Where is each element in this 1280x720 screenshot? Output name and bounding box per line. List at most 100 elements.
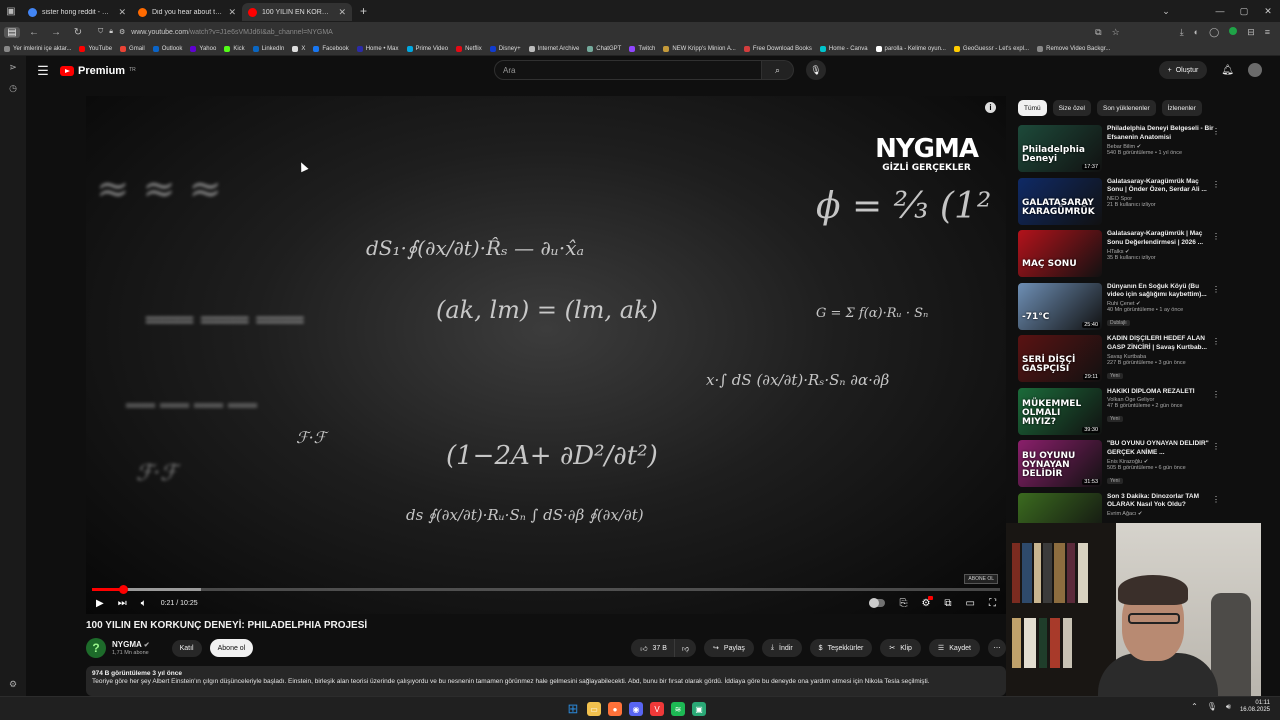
bookmark-item[interactable]: X: [292, 45, 305, 52]
profile-icon[interactable]: ◯: [1209, 27, 1219, 38]
bookmark-item[interactable]: Gmail: [120, 45, 145, 52]
video-thumbnail[interactable]: -71°C 25:40: [1018, 282, 1102, 330]
description-box[interactable]: 974 B görüntüleme 3 yıl önce Teoriye gör…: [86, 666, 1006, 696]
lock-icon[interactable]: 🔒︎: [109, 28, 113, 36]
notifications-bell-icon[interactable]: 🔔︎: [1221, 65, 1234, 76]
close-tab-icon[interactable]: ✕: [228, 7, 236, 18]
bookmark-item[interactable]: Remove Video Backgr...: [1037, 45, 1110, 52]
speaker-icon[interactable]: 🔊︎: [1226, 702, 1231, 712]
browser-tab-3[interactable]: 100 YILIN EN KORKUNÇ DENEYİ ✕: [242, 3, 352, 21]
create-button[interactable]: + Oluştur: [1158, 61, 1208, 79]
more-vertical-icon[interactable]: ⋮: [1212, 180, 1220, 189]
more-vertical-icon[interactable]: ⋮: [1212, 495, 1220, 504]
close-tab-icon[interactable]: ✕: [118, 7, 126, 18]
bookmark-item[interactable]: Outlook: [152, 45, 182, 52]
forward-icon[interactable]: →: [48, 27, 64, 38]
subscribe-button[interactable]: Abone ol: [209, 639, 254, 657]
history-icon[interactable]: ◷: [9, 83, 17, 94]
play-icon[interactable]: ▶: [96, 598, 104, 609]
close-window-icon[interactable]: ✕: [1256, 6, 1280, 17]
bookmark-item[interactable]: YouTube: [79, 45, 112, 52]
dislike-button[interactable]: 👎︎: [674, 639, 697, 657]
app-green-icon[interactable]: ▣: [692, 702, 706, 716]
spotify-icon[interactable]: ≋: [671, 702, 685, 716]
download-icon[interactable]: ⤓: [1180, 27, 1184, 38]
bookmark-item[interactable]: Yahoo: [190, 45, 216, 52]
filter-chip[interactable]: Son yüklenenler: [1097, 100, 1156, 116]
video-thumbnail[interactable]: GALATASARAY KARAGÜMRÜK: [1018, 177, 1102, 225]
recommended-video[interactable]: -71°C 25:40 Dünyanın En Soğuk Köyü (Bu vid…: [1018, 282, 1226, 336]
bookmark-item[interactable]: Home - Canva: [819, 45, 868, 52]
more-vertical-icon[interactable]: ⋮: [1212, 285, 1220, 294]
join-button[interactable]: Katıl: [171, 639, 202, 657]
close-tab-icon[interactable]: ✕: [338, 7, 346, 18]
video-title[interactable]: Son 3 Dakika: Dinozorlar TAM OLARAK Nası…: [1107, 493, 1214, 511]
recommended-video[interactable]: MAÇ SONU Galatasaray-Karagümrük | Maç Son…: [1018, 230, 1226, 283]
extension-green-icon[interactable]: [1229, 26, 1238, 35]
site-settings-icon[interactable]: ⚙: [119, 28, 125, 36]
video-title[interactable]: Philadelphia Deneyi Belgeseli - Bir Efsa…: [1107, 125, 1214, 143]
video-thumbnail[interactable]: MÜKEMMEL OLMALI MIYIZ? 39:30: [1018, 387, 1102, 435]
settings-gear-icon[interactable]: ⚙: [921, 595, 934, 609]
video-thumbnail[interactable]: Philadelphia Deneyi 17:37: [1018, 125, 1102, 172]
channel-avatar[interactable]: ?: [86, 638, 106, 658]
bookmark-item[interactable]: Free Download Books: [743, 45, 812, 52]
tab-actions-icon[interactable]: ▣: [0, 0, 22, 22]
recommended-video[interactable]: GALATASARAY KARAGÜMRÜK Galatasaray-Karagü…: [1018, 177, 1226, 231]
filter-chip[interactable]: Size özel: [1052, 100, 1091, 116]
video-title[interactable]: HAKİKİ DİPLOMA REZALETİ: [1107, 388, 1214, 397]
file-explorer-icon[interactable]: ▭: [587, 702, 601, 716]
video-thumbnail[interactable]: BU OYUNU OYNAYAN DELİDİR 31:53: [1018, 440, 1102, 487]
recommended-video[interactable]: MÜKEMMEL OLMALI MIYIZ? 39:30 HAKİKİ DİPLOM…: [1018, 387, 1226, 441]
split-view-icon[interactable]: ⊟: [1247, 27, 1255, 38]
recommended-video[interactable]: Philadelphia Deneyi 17:37 Philadelphia Den…: [1018, 125, 1226, 178]
video-title[interactable]: "BU OYUNU OYNAYAN DELİDİR" GERÇEK ANİME …: [1107, 440, 1214, 458]
search-input[interactable]: [494, 60, 762, 80]
filter-chip[interactable]: İzlenenler: [1161, 100, 1202, 116]
video-title[interactable]: Dünyanın En Soğuk Köyü (Bu video için sa…: [1107, 283, 1214, 301]
search-button[interactable]: ⌕: [762, 60, 794, 80]
bookmark-item[interactable]: Yer imlerini içe aktar...: [4, 45, 71, 52]
more-vertical-icon[interactable]: ⋮: [1212, 127, 1220, 136]
recommended-video[interactable]: BU OYUNU OYNAYAN DELİDİR 31:53 "BU OYUNU O…: [1018, 440, 1226, 493]
more-vertical-icon[interactable]: ⋮: [1212, 390, 1220, 399]
theater-mode-icon[interactable]: ▭: [966, 598, 975, 609]
vivaldi-icon[interactable]: V: [650, 702, 664, 716]
miniplayer-icon[interactable]: ⧉: [944, 598, 951, 609]
bookmark-item[interactable]: Home • Max: [356, 45, 399, 52]
firefox-icon[interactable]: ●: [608, 702, 622, 716]
channel-name[interactable]: NYGMA: [112, 640, 141, 649]
bookmark-item[interactable]: Facebook: [313, 45, 349, 52]
ai-chat-icon[interactable]: ⋗: [9, 62, 17, 73]
extensions-icon[interactable]: ◐: [1194, 27, 1199, 38]
video-player[interactable]: ≈ ≈ ≈ ═══ ═══ ═══ dS₁·∮(∂x/∂t)·R̂ₛ — ∂ᵤ·…: [86, 96, 1006, 614]
browser-tab-2[interactable]: Did you hear about the Sister Hong ✕: [132, 3, 242, 21]
bookmark-item[interactable]: parolla - Kelime oyun...: [875, 45, 946, 52]
volume-icon[interactable]: 🔈︎: [141, 598, 147, 609]
filter-chip[interactable]: Tümü: [1018, 100, 1047, 116]
bookmark-item[interactable]: Internet Archive: [528, 45, 579, 52]
video-title[interactable]: Galatasaray-Karagümrük | Maç Sonu Değerl…: [1107, 230, 1214, 248]
more-vertical-icon[interactable]: ⋮: [1212, 337, 1220, 346]
recommended-video[interactable]: SERİ DİŞÇİ GASPÇISI 29:11 KADIN DİŞÇİLERİ …: [1018, 335, 1226, 388]
like-button[interactable]: 👍︎ 37 B: [631, 639, 675, 657]
bookmark-item[interactable]: Twitch: [629, 45, 655, 52]
share-button[interactable]: ↪ Paylaş: [704, 639, 754, 657]
fullscreen-icon[interactable]: ⛶: [989, 598, 996, 609]
clock[interactable]: 01:11 16.08.2025: [1240, 700, 1270, 714]
more-vertical-icon[interactable]: ⋮: [1212, 442, 1220, 451]
new-tab-icon[interactable]: +: [360, 4, 367, 18]
minimize-icon[interactable]: —: [1208, 6, 1232, 17]
mic-tray-icon[interactable]: 🎙︎: [1207, 702, 1217, 711]
maximize-icon[interactable]: ▢: [1232, 6, 1256, 17]
bookmark-item[interactable]: NEW Kripp's Minion A...: [663, 45, 736, 52]
bookmark-item[interactable]: Netflix: [456, 45, 482, 52]
windows-start-icon[interactable]: ⊞: [566, 701, 580, 716]
subscribe-watermark[interactable]: ABONE OL: [964, 574, 998, 584]
subtitles-icon[interactable]: ⎘: [899, 598, 907, 609]
install-app-icon[interactable]: ⧉: [1095, 27, 1101, 38]
more-vertical-icon[interactable]: ⋮: [1212, 232, 1220, 241]
thanks-button[interactable]: $ Teşekkürler: [809, 639, 873, 657]
more-actions-button[interactable]: ⋯: [988, 639, 1006, 657]
sidebar-toggle-icon[interactable]: ▤: [4, 26, 20, 38]
